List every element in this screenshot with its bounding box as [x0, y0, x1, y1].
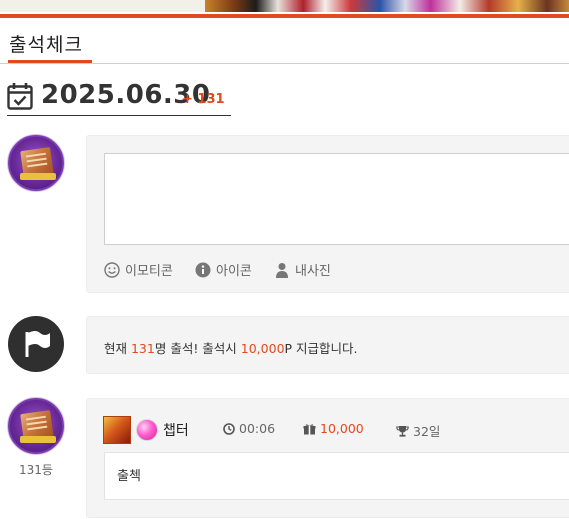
calendar-check-icon — [7, 83, 33, 110]
emoticon-label: 이모티콘 — [125, 264, 173, 279]
post-content: 출첵 — [117, 469, 141, 484]
post-avatar[interactable] — [8, 398, 64, 454]
attendance-post: 챕터 00:06 10,000 32일 출첵 — [86, 398, 569, 518]
comment-input[interactable] — [104, 153, 569, 245]
gift-icon — [303, 423, 316, 434]
top-banner — [0, 0, 569, 12]
icon-button[interactable]: 아이콘 — [195, 260, 252, 279]
rank-label: 131등 — [19, 463, 53, 477]
top-accent-line — [0, 14, 569, 18]
notice-count: 131 — [130, 341, 155, 356]
person-icon — [276, 262, 288, 278]
info-icon — [195, 262, 211, 277]
my-photo-label: 내사진 — [295, 264, 331, 279]
tab-divider — [0, 63, 569, 64]
level-icon — [103, 416, 131, 444]
post-header: 챕터 00:06 10,000 32일 — [103, 414, 563, 444]
flag-icon — [25, 331, 50, 357]
notice-avatar — [8, 316, 64, 372]
notice-text: 현재 131명 출석! 출석시 10,000P 지급합니다. — [104, 341, 358, 356]
date-header: 2025.06.30 + 131 — [7, 78, 231, 116]
banner-art — [205, 0, 569, 12]
tab-attendance[interactable]: 출석체크 — [9, 30, 83, 57]
notice-reward: 10,000 — [240, 341, 285, 356]
post-content-box: 출첵 — [104, 452, 569, 500]
post-points: 10,000 — [303, 421, 364, 436]
emoticon-button[interactable]: 이모티콘 — [104, 260, 173, 279]
comment-editor: 이모티콘 아이콘 내사진 — [86, 135, 569, 293]
post-nickname[interactable]: 챕터 — [163, 420, 189, 440]
icon-label: 아이콘 — [216, 264, 252, 279]
attendance-notice: 현재 131명 출석! 출석시 10,000P 지급합니다. — [86, 316, 569, 374]
trophy-icon — [396, 425, 409, 437]
post-time: 00:06 — [223, 421, 275, 436]
avatar — [8, 135, 64, 191]
attendee-increment: + 131 — [182, 92, 225, 107]
smile-icon — [104, 261, 120, 278]
my-photo-button[interactable]: 내사진 — [274, 260, 331, 279]
gem-icon — [136, 419, 158, 441]
post-days: 32일 — [396, 421, 440, 440]
clock-icon — [223, 422, 235, 435]
